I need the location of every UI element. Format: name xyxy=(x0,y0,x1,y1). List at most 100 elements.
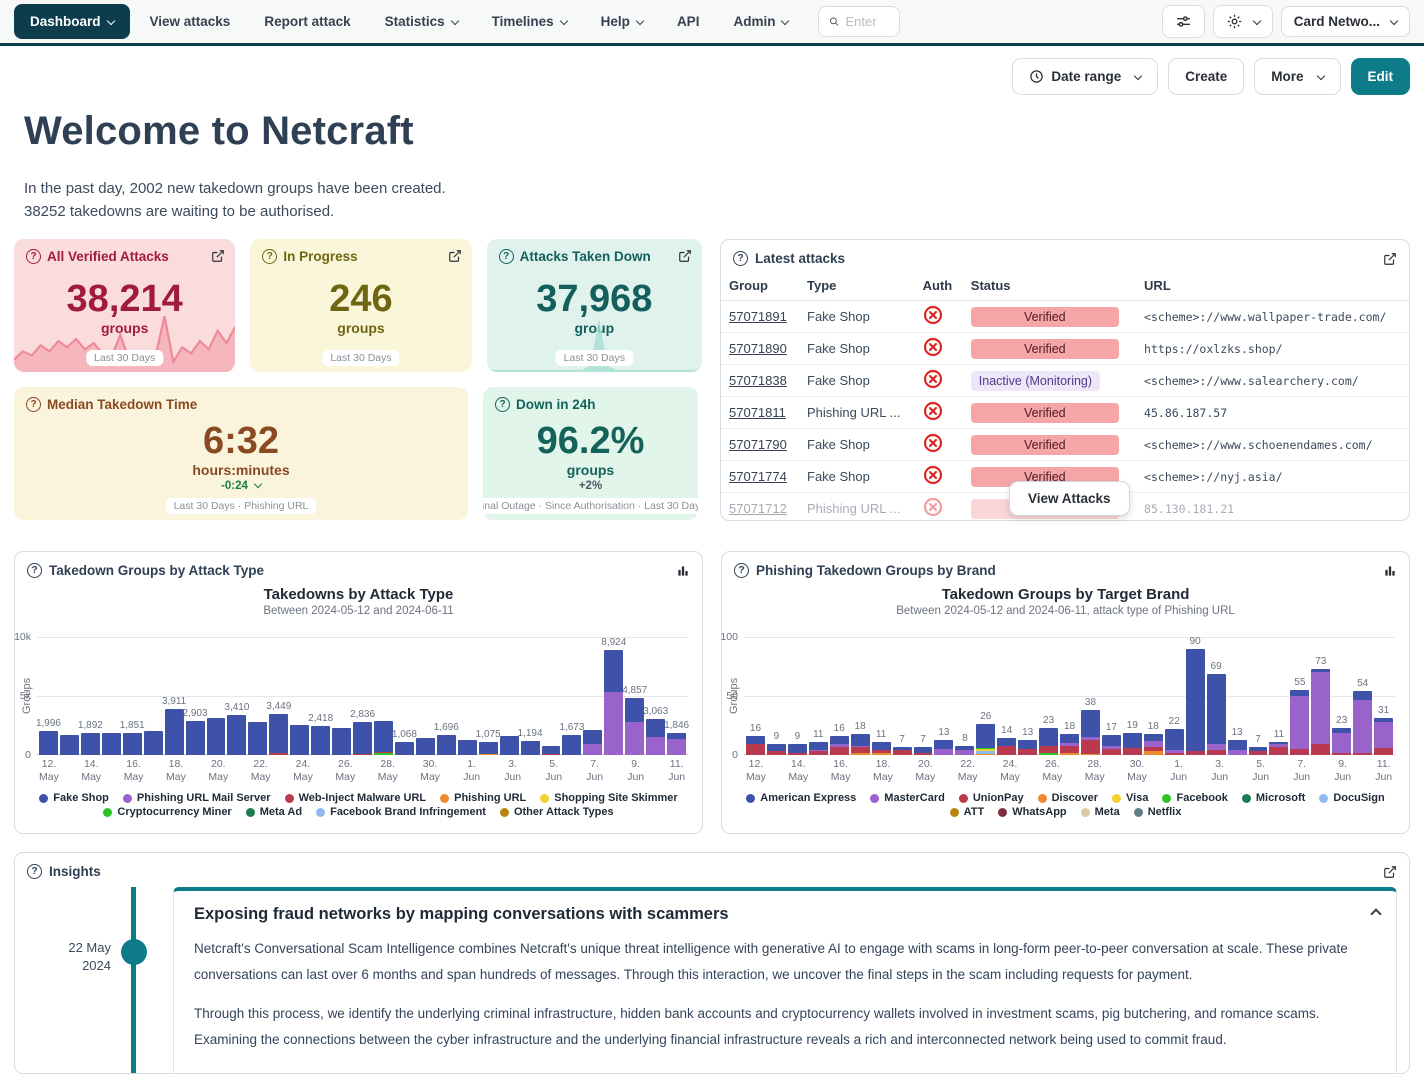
legend-item[interactable]: Cryptocurrency Miner xyxy=(103,806,231,818)
legend-item[interactable]: Phishing URL xyxy=(440,792,526,804)
nav-item-view-attacks[interactable]: View attacks xyxy=(136,6,245,37)
legend-item[interactable]: DocuSign xyxy=(1319,792,1384,804)
bar[interactable]: 2,418 xyxy=(311,637,330,755)
legend-item[interactable]: Netflix xyxy=(1134,806,1182,818)
nav-item-help[interactable]: Help xyxy=(587,6,657,37)
bar[interactable]: 11 xyxy=(809,637,828,755)
bar[interactable]: 2,836 xyxy=(353,637,372,755)
legend-item[interactable]: Phishing URL Mail Server xyxy=(123,792,271,804)
external-link-icon[interactable] xyxy=(448,249,462,263)
bar[interactable] xyxy=(458,637,477,755)
bar[interactable]: 3,911 xyxy=(165,637,184,755)
auth-denied-icon[interactable] xyxy=(915,461,963,493)
bar[interactable]: 22 xyxy=(1165,637,1184,755)
legend-item[interactable]: Meta xyxy=(1081,806,1120,818)
search-input[interactable] xyxy=(845,14,889,29)
nav-item-admin[interactable]: Admin xyxy=(719,6,802,37)
bar[interactable]: 4,857 xyxy=(625,637,644,755)
bar[interactable]: 16 xyxy=(830,637,849,755)
legend-item[interactable]: WhatsApp xyxy=(998,806,1066,818)
bar[interactable]: 73 xyxy=(1311,637,1330,755)
bar[interactable]: 8,924 xyxy=(604,637,623,755)
external-link-icon[interactable] xyxy=(678,249,692,263)
bar[interactable] xyxy=(332,637,351,755)
nav-item-api[interactable]: API xyxy=(663,6,714,37)
card-all-verified-attacks[interactable]: All Verified Attacks 38,214 groups Last … xyxy=(14,239,235,372)
nav-item-dashboard[interactable]: Dashboard xyxy=(14,4,130,39)
bar[interactable]: 18 xyxy=(1060,637,1079,755)
bar[interactable]: 1,673 xyxy=(562,637,581,755)
legend-item[interactable]: Discover xyxy=(1038,792,1098,804)
bar[interactable]: 26 xyxy=(976,637,995,755)
bar[interactable]: 11 xyxy=(872,637,891,755)
bar[interactable]: 3,410 xyxy=(227,637,246,755)
bar[interactable]: 31 xyxy=(1374,637,1393,755)
bar[interactable]: 1,696 xyxy=(437,637,456,755)
legend-item[interactable]: Microsoft xyxy=(1242,792,1306,804)
legend-item[interactable]: Facebook Brand Infringement xyxy=(316,806,486,818)
collapse-chevron-icon[interactable] xyxy=(1372,905,1380,923)
bar[interactable] xyxy=(374,637,393,755)
legend-item[interactable]: American Express xyxy=(746,792,856,804)
bar[interactable]: 9 xyxy=(788,637,807,755)
bar[interactable] xyxy=(416,637,435,755)
bar[interactable]: 54 xyxy=(1353,637,1372,755)
auth-denied-icon[interactable] xyxy=(915,365,963,397)
bar[interactable]: 1,846 xyxy=(667,637,686,755)
bar[interactable]: 38 xyxy=(1081,637,1100,755)
bar[interactable]: 1,194 xyxy=(521,637,540,755)
bar-chart-icon[interactable] xyxy=(1383,564,1397,578)
bar[interactable]: 14 xyxy=(997,637,1016,755)
legend-item[interactable]: Facebook xyxy=(1162,792,1227,804)
group-link[interactable]: 57071838 xyxy=(729,373,787,388)
bar[interactable]: 2,903 xyxy=(186,637,205,755)
bar[interactable]: 9 xyxy=(767,637,786,755)
bar[interactable]: 13 xyxy=(934,637,953,755)
nav-item-report-attack[interactable]: Report attack xyxy=(250,6,364,37)
bar[interactable]: 23 xyxy=(1332,637,1351,755)
bar[interactable] xyxy=(207,637,226,755)
auth-denied-icon[interactable] xyxy=(915,397,963,429)
date-range-button[interactable]: Date range xyxy=(1012,58,1158,95)
bar[interactable]: 90 xyxy=(1186,637,1205,755)
group-link[interactable]: 57071811 xyxy=(729,405,786,420)
bar[interactable] xyxy=(144,637,163,755)
legend-item[interactable]: Fake Shop xyxy=(39,792,109,804)
bar[interactable]: 18 xyxy=(1144,637,1163,755)
bar[interactable] xyxy=(583,637,602,755)
auth-denied-icon[interactable] xyxy=(915,429,963,461)
create-button[interactable]: Create xyxy=(1168,58,1244,95)
bar[interactable] xyxy=(290,637,309,755)
filter-sliders-button[interactable] xyxy=(1162,5,1205,38)
bar[interactable]: 1,068 xyxy=(395,637,414,755)
auth-denied-icon[interactable] xyxy=(915,301,963,333)
more-button[interactable]: More xyxy=(1254,58,1340,95)
bar[interactable] xyxy=(60,637,79,755)
group-link[interactable]: 57071712 xyxy=(729,501,787,516)
bar[interactable] xyxy=(500,637,519,755)
bar[interactable]: 18 xyxy=(851,637,870,755)
bar[interactable]: 3,449 xyxy=(269,637,288,755)
legend-item[interactable]: Shopping Site Skimmer xyxy=(540,792,677,804)
legend-item[interactable]: Meta Ad xyxy=(246,806,302,818)
bar[interactable] xyxy=(102,637,121,755)
card-in-progress[interactable]: In Progress 246 groups Last 30 Days xyxy=(250,239,471,372)
bar[interactable]: 7 xyxy=(893,637,912,755)
card-attacks-taken-down[interactable]: Attacks Taken Down 37,968 group Last 30 … xyxy=(487,239,702,372)
bar[interactable]: 16 xyxy=(746,637,765,755)
group-link[interactable]: 57071790 xyxy=(729,437,787,452)
external-link-icon[interactable] xyxy=(211,249,225,263)
bar[interactable]: 1,075 xyxy=(479,637,498,755)
legend-item[interactable]: MasterCard xyxy=(870,792,945,804)
bar[interactable]: 55 xyxy=(1290,637,1309,755)
bar[interactable] xyxy=(542,637,561,755)
bar[interactable]: 69 xyxy=(1207,637,1226,755)
bar[interactable]: 13 xyxy=(1018,637,1037,755)
group-link[interactable]: 57071890 xyxy=(729,341,787,356)
external-link-icon[interactable] xyxy=(1383,865,1397,879)
bar[interactable] xyxy=(248,637,267,755)
legend-item[interactable]: Other Attack Types xyxy=(500,806,614,818)
bar[interactable]: 19 xyxy=(1123,637,1142,755)
external-link-icon[interactable] xyxy=(1383,252,1397,266)
bar[interactable]: 1,996 xyxy=(39,637,58,755)
